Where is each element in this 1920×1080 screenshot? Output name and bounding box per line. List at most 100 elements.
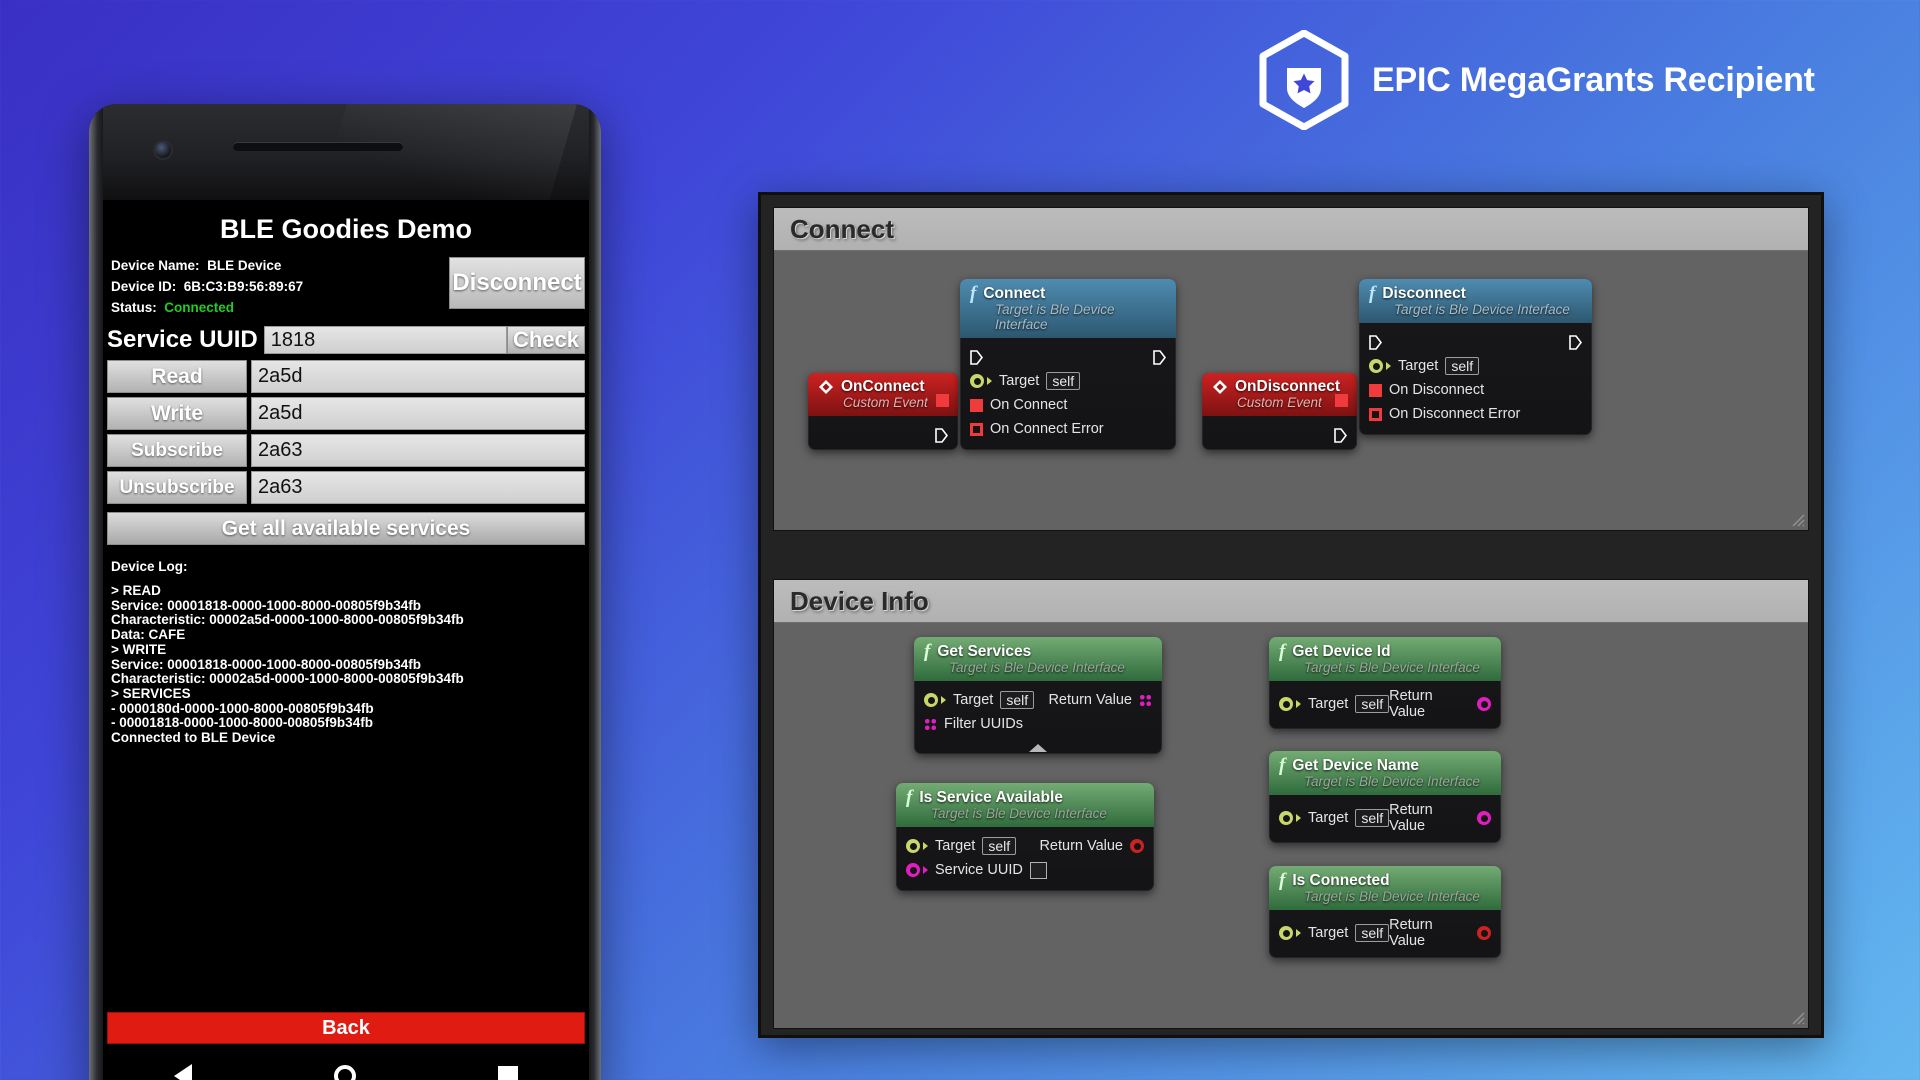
write-row: Write 2a5d [103, 395, 589, 432]
is-service-available-return-pin[interactable] [1130, 839, 1144, 853]
is-connected-return-label: Return Value [1389, 917, 1433, 949]
onconnect-exec-arrow-icon[interactable] [935, 428, 948, 443]
is-connected-return-pin[interactable] [1477, 926, 1491, 940]
node-ondisconnect-event[interactable]: OnDisconnect Custom Event [1202, 373, 1357, 450]
get-device-id-return-pin[interactable] [1477, 697, 1491, 711]
is-service-available-target-label: Target [935, 838, 976, 854]
device-log-output: > READ Service: 00001818-0000-1000-8000-0… [103, 583, 589, 746]
connect-exec-out-icon[interactable] [1153, 349, 1166, 365]
node-is-service-available-name: Is Service Available [919, 788, 1063, 806]
service-uuid-input[interactable]: 1818 [263, 326, 507, 354]
node-ondisconnect-header: OnDisconnect Custom Event [1202, 373, 1357, 416]
graph-connect-resize-grip[interactable] [1789, 511, 1805, 527]
device-status-value: Connected [164, 300, 235, 315]
read-uuid-input[interactable]: 2a5d [251, 360, 585, 393]
nav-recent-square-icon[interactable] [498, 1066, 518, 1080]
node-is-connected[interactable]: f Is Connected Target is Ble Device Inte… [1269, 866, 1501, 958]
connect-exec-in-icon[interactable] [970, 349, 983, 365]
disconnect-button[interactable]: Disconnect [449, 257, 585, 309]
get-services-filter-uuids-pin[interactable] [924, 717, 937, 731]
phone-screen: BLE Goodies Demo Device Name: BLE Device… [103, 200, 589, 1080]
node-is-service-available-header: f Is Service Available Target is Ble Dev… [896, 783, 1154, 827]
connect-on-connect-error-pin[interactable] [970, 422, 983, 436]
epic-megagrants-label: EPIC MegaGrants Recipient [1372, 60, 1815, 99]
disconnect-exec-out-icon[interactable] [1569, 334, 1582, 350]
node-is-service-available[interactable]: f Is Service Available Target is Ble Dev… [896, 783, 1154, 891]
is-service-available-service-uuid-pin[interactable] [906, 863, 920, 877]
nav-home-circle-icon[interactable] [334, 1065, 356, 1080]
is-connected-target-value[interactable]: self [1355, 924, 1390, 942]
node-get-services-name: Get Services [937, 642, 1032, 660]
subscribe-button[interactable]: Subscribe [107, 434, 247, 467]
get-services-target-pin[interactable] [924, 693, 938, 707]
is-service-available-target-value[interactable]: self [982, 837, 1017, 855]
node-connect-body: Target self On Connect On Connect Error [960, 338, 1176, 450]
connect-target-pin[interactable] [970, 374, 984, 388]
device-id-label: Device ID: [111, 279, 177, 294]
is-connected-target-label: Target [1308, 925, 1349, 941]
connect-on-connect-pin[interactable] [970, 398, 983, 412]
device-log-header: Device Log: [111, 559, 188, 574]
disconnect-target-pin[interactable] [1369, 359, 1383, 373]
graph-device-info-resize-grip[interactable] [1789, 1009, 1805, 1025]
onconnect-exec-out-pin[interactable] [936, 394, 949, 407]
get-device-name-return-pin[interactable] [1477, 811, 1491, 825]
get-device-name-target-value[interactable]: self [1355, 809, 1390, 827]
unsubscribe-button[interactable]: Unsubscribe [107, 471, 247, 504]
write-button[interactable]: Write [107, 397, 247, 430]
get-services-collapse-triangle-icon[interactable] [1029, 744, 1047, 752]
read-button[interactable]: Read [107, 360, 247, 393]
is-connected-target-pin[interactable] [1279, 926, 1293, 940]
node-get-services[interactable]: f Get Services Target is Ble Device Inte… [914, 637, 1162, 754]
subscribe-uuid-input[interactable]: 2a63 [251, 434, 585, 467]
function-f-icon: f [1279, 755, 1286, 776]
connect-target-label: Target [999, 373, 1040, 389]
connect-target-value[interactable]: self [1046, 372, 1081, 390]
get-all-services-button[interactable]: Get all available services [107, 512, 585, 545]
get-device-name-target-pin[interactable] [1279, 811, 1293, 825]
get-services-target-row: Target self Return Value [924, 688, 1152, 712]
node-get-device-name-body: Target self Return Value [1269, 795, 1501, 843]
node-get-services-body: Target self Return Value Filter UUIDs [914, 681, 1162, 754]
function-f-icon: f [1279, 870, 1286, 891]
back-button[interactable]: Back [107, 1012, 585, 1044]
get-services-target-value[interactable]: self [1000, 691, 1035, 709]
get-device-name-return-label: Return Value [1389, 802, 1433, 834]
check-button[interactable]: Check [507, 326, 585, 354]
get-device-id-target-row: Target self Return Value [1279, 688, 1491, 720]
nav-back-triangle-icon[interactable] [174, 1064, 192, 1080]
node-onconnect-header: OnConnect Custom Event [808, 373, 958, 416]
get-device-id-target-value[interactable]: self [1355, 695, 1390, 713]
is-service-available-target-pin[interactable] [906, 839, 920, 853]
is-service-available-service-uuid-input[interactable] [1029, 861, 1047, 879]
node-disconnect-function[interactable]: f Disconnect Target is Ble Device Interf… [1359, 279, 1592, 435]
disconnect-target-value[interactable]: self [1445, 357, 1480, 375]
node-connect-function[interactable]: f Connect Target is Ble Device Interface [960, 279, 1176, 450]
node-is-connected-header: f Is Connected Target is Ble Device Inte… [1269, 866, 1501, 910]
node-get-device-id[interactable]: f Get Device Id Target is Ble Device Int… [1269, 637, 1501, 729]
graph-device-info-canvas[interactable]: f Get Services Target is Ble Device Inte… [774, 623, 1808, 1028]
disconnect-on-disconnect-error-label: On Disconnect Error [1389, 406, 1521, 422]
epic-megagrants-hex-shield-star-icon [1259, 30, 1349, 130]
is-connected-target-pin-arrow [1296, 929, 1301, 937]
node-get-device-name[interactable]: f Get Device Name Target is Ble Device I… [1269, 751, 1501, 843]
node-ondisconnect-subtitle: Custom Event [1237, 395, 1322, 410]
function-f-icon: f [970, 283, 977, 304]
node-connect-header: f Connect Target is Ble Device Interface [960, 279, 1176, 338]
disconnect-exec-row [1369, 330, 1582, 354]
get-device-id-target-pin[interactable] [1279, 697, 1293, 711]
unsubscribe-uuid-input[interactable]: 2a63 [251, 471, 585, 504]
ondisconnect-exec-out-pin[interactable] [1335, 394, 1348, 407]
get-services-return-pin[interactable] [1139, 693, 1152, 707]
disconnect-on-disconnect-error-pin[interactable] [1369, 407, 1382, 421]
connect-on-connect-row: On Connect [970, 393, 1166, 417]
ondisconnect-exec-arrow-icon[interactable] [1334, 428, 1347, 443]
disconnect-exec-in-icon[interactable] [1369, 334, 1382, 350]
node-get-device-name-header: f Get Device Name Target is Ble Device I… [1269, 751, 1501, 795]
graph-connect-canvas[interactable]: OnConnect Custom Event f Connect Target … [774, 251, 1808, 530]
node-onconnect-event[interactable]: OnConnect Custom Event [808, 373, 958, 450]
phone-left-bezel [89, 104, 103, 1080]
write-uuid-input[interactable]: 2a5d [251, 397, 585, 430]
node-get-device-name-subtitle: Target is Ble Device Interface [1304, 774, 1480, 789]
disconnect-on-disconnect-pin[interactable] [1369, 383, 1382, 397]
